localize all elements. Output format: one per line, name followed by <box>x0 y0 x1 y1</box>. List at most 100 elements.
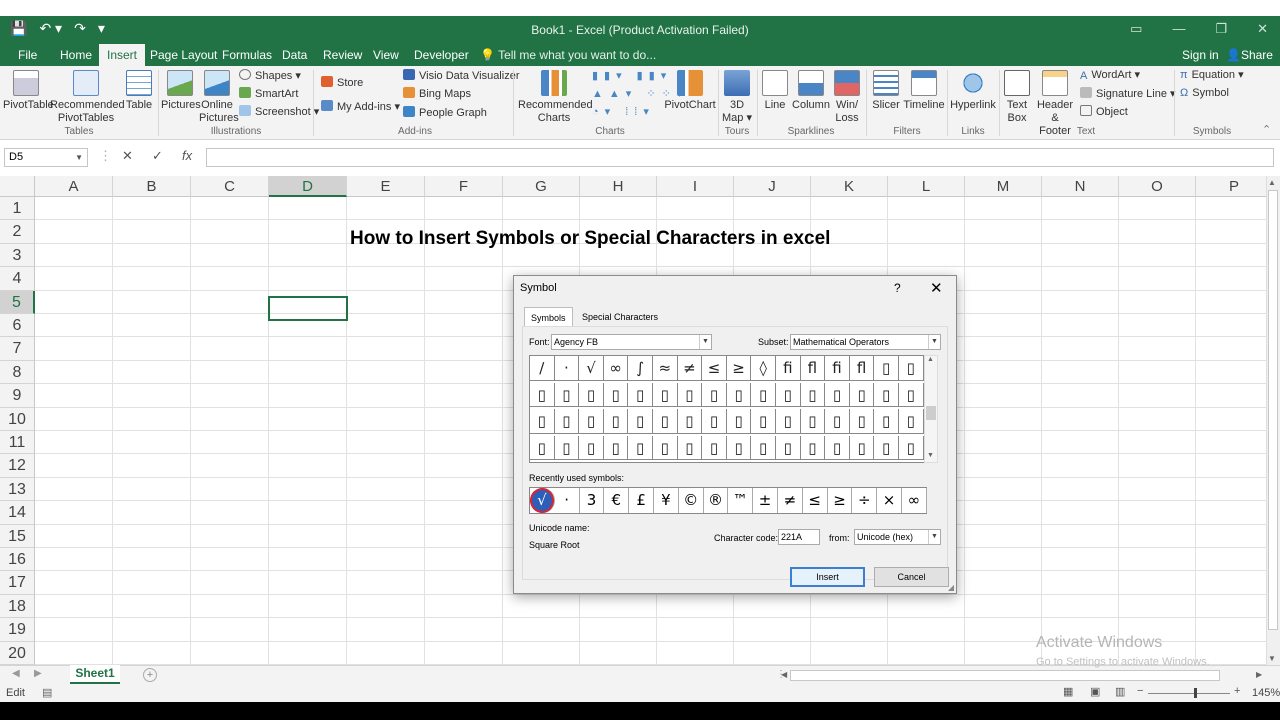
column-header-j[interactable]: J <box>734 176 811 197</box>
horizontal-scrollbar[interactable] <box>790 670 1220 681</box>
symbol-cell[interactable]: ▯ <box>899 382 924 407</box>
symbol-cell[interactable]: ≤ <box>702 356 727 381</box>
recent-symbol[interactable]: ≤ <box>803 488 828 513</box>
column-header-d[interactable]: D <box>269 176 347 197</box>
character-code-input[interactable]: 221A <box>778 529 820 545</box>
scroll-down-icon[interactable]: ▼ <box>1268 654 1276 663</box>
symbol-cell[interactable]: ▯ <box>530 435 555 460</box>
symbol-cell[interactable]: ▯ <box>800 409 826 434</box>
subset-dropdown[interactable]: Mathematical Operators ▼ <box>790 334 941 350</box>
row-header-6[interactable]: 6 <box>0 314 35 338</box>
row-header-11[interactable]: 11 <box>0 431 35 455</box>
column-header-k[interactable]: K <box>811 176 888 197</box>
column-header-e[interactable]: E <box>347 176 425 197</box>
symbol-cell[interactable]: ﬁ <box>776 356 801 381</box>
row-header-18[interactable]: 18 <box>0 594 35 619</box>
row-header-9[interactable]: 9 <box>0 384 35 408</box>
sheet-tab-sheet1[interactable]: Sheet1 <box>70 665 120 684</box>
symbol-cell[interactable]: ▯ <box>825 435 850 460</box>
recent-symbol[interactable]: × <box>877 488 902 513</box>
symbol-cell[interactable]: ▯ <box>751 435 776 460</box>
row-header-20[interactable]: 20 <box>0 641 35 665</box>
symbol-cell[interactable]: ﬂ <box>800 356 826 381</box>
tab-file[interactable]: File <box>10 44 45 66</box>
help-icon[interactable]: ? <box>894 281 901 295</box>
recommended-charts-button[interactable]: Recommended Charts <box>518 70 593 125</box>
symbol-cell[interactable]: ≠ <box>677 356 703 381</box>
row-header-12[interactable]: 12 <box>0 454 35 478</box>
symbol-cell[interactable]: ▯ <box>776 382 801 407</box>
symbol-cell[interactable]: ≥ <box>726 356 752 381</box>
symbol-cell[interactable]: ▯ <box>726 382 752 407</box>
column-header-n[interactable]: N <box>1042 176 1119 197</box>
tab-view[interactable]: View <box>365 44 407 66</box>
symbol-cell[interactable]: ▯ <box>702 435 727 460</box>
symbol-grid-scrollbar[interactable]: ▲ ▼ <box>924 355 938 463</box>
recommended-pivottables-button[interactable]: Recommended PivotTables <box>50 70 125 125</box>
screenshot-button[interactable]: Screenshot ▾ <box>239 105 319 119</box>
recent-symbol[interactable]: ∞ <box>902 488 927 513</box>
column-header-o[interactable]: O <box>1119 176 1196 197</box>
recent-symbol[interactable]: ™ <box>728 488 754 513</box>
symbol-button[interactable]: Ω Symbol <box>1180 87 1229 100</box>
bing-maps-button[interactable]: Bing Maps <box>403 87 471 101</box>
symbol-cell[interactable]: ∫ <box>628 356 653 381</box>
symbol-cell[interactable]: ▯ <box>849 382 875 407</box>
symbol-cell[interactable]: ▯ <box>603 382 629 407</box>
scroll-down-icon[interactable]: ▼ <box>927 452 934 459</box>
page-layout-view-icon[interactable]: ▣ <box>1090 685 1100 698</box>
tab-review[interactable]: Review <box>315 44 370 66</box>
ribbon-display-icon[interactable]: ▭ <box>1130 21 1142 37</box>
symbol-cell[interactable]: ▯ <box>776 409 801 434</box>
column-header-g[interactable]: G <box>503 176 580 197</box>
symbol-cell[interactable]: ▯ <box>825 382 850 407</box>
resize-grip-icon[interactable]: ◢ <box>948 583 954 592</box>
prev-sheet-icon[interactable]: ◀ <box>12 668 20 679</box>
hyperlink-button[interactable]: Hyperlink <box>950 70 996 112</box>
collapse-ribbon-icon[interactable]: ⌃ <box>1262 124 1271 137</box>
symbol-cell[interactable]: ▯ <box>554 382 580 407</box>
symbol-cell[interactable]: ▯ <box>800 435 826 460</box>
symbol-cell[interactable]: ▯ <box>530 409 555 434</box>
recent-symbol[interactable]: 3 <box>580 488 605 513</box>
equation-button[interactable]: π Equation ▾ <box>1180 69 1244 82</box>
my-addins-button[interactable]: My Add-ins ▾ <box>321 100 400 114</box>
close-icon[interactable]: ✕ <box>1257 21 1268 37</box>
symbol-cell[interactable]: ▯ <box>726 409 752 434</box>
macro-record-icon[interactable]: ▤ <box>42 686 52 699</box>
row-header-2[interactable]: 2 <box>0 220 35 244</box>
row-header-7[interactable]: 7 <box>0 337 35 361</box>
recent-symbol-selected[interactable]: √ <box>530 488 555 513</box>
font-dropdown[interactable]: Agency FB ▼ <box>551 334 712 350</box>
tell-me-box[interactable]: 💡 Tell me what you want to do... <box>480 44 656 66</box>
symbol-cell[interactable]: ▯ <box>702 409 727 434</box>
recent-symbol[interactable]: © <box>679 488 704 513</box>
symbol-cell[interactable]: ▯ <box>726 435 752 460</box>
symbol-cell[interactable]: ▯ <box>800 382 826 407</box>
object-button[interactable]: Object <box>1080 105 1128 119</box>
people-graph-button[interactable]: People Graph <box>403 106 487 120</box>
timeline-button[interactable]: Timeline <box>903 70 945 112</box>
online-pictures-button[interactable]: Online Pictures <box>199 70 239 125</box>
scroll-left-icon[interactable]: ◀ <box>781 670 787 679</box>
tab-insert[interactable]: Insert <box>99 44 146 66</box>
recently-used-symbols[interactable]: √ · 3 € £ ¥ © ® ™ ± ≠ ≤ ≥ ÷ × ∞ <box>529 487 927 514</box>
zoom-out-icon[interactable]: − <box>1137 685 1143 697</box>
symbol-cell[interactable]: ▯ <box>899 409 924 434</box>
symbol-cell[interactable]: ≈ <box>653 356 678 381</box>
symbol-grid[interactable]: ∕ · √ ∞ ∫ ≈ ≠ ≤ ≥ ◊ ﬁ ﬂ ﬁ ﬂ ▯ ▯ ▯ ▯ ▯ ▯ ▯ ▯ ▯ ▯ ▯ ▯ ▯ ▯ ▯ ▯ ▯ ▯ ▯ ▯ ▯ ▯ ▯ ▯ ▯ ▯… <box>529 355 926 463</box>
column-header-i[interactable]: I <box>657 176 734 197</box>
recent-symbol[interactable]: ¥ <box>654 488 679 513</box>
column-header-f[interactable]: F <box>425 176 503 197</box>
cancel-entry-icon[interactable]: ✕ <box>122 148 133 164</box>
row-header-10[interactable]: 10 <box>0 407 35 431</box>
tab-data[interactable]: Data <box>274 44 315 66</box>
symbol-cell[interactable]: ∕ <box>530 356 555 381</box>
row-header-5[interactable]: 5 <box>0 290 35 314</box>
sparkline-line-button[interactable]: Line <box>760 70 790 112</box>
pivotchart-button[interactable]: PivotChart <box>664 70 716 112</box>
symbol-cell[interactable]: ▯ <box>874 409 899 434</box>
chart-type-icons[interactable]: ▮▮▾ ▮▮▾ <box>592 70 672 83</box>
row-header-16[interactable]: 16 <box>0 548 35 572</box>
symbol-cell[interactable]: ▯ <box>554 435 580 460</box>
